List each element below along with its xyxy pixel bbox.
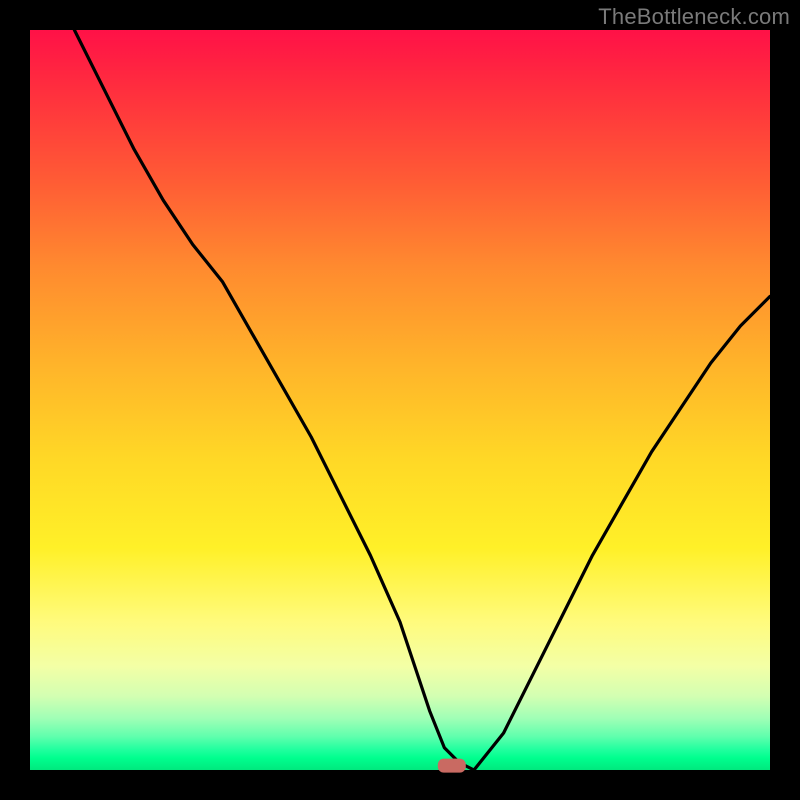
plot-area bbox=[30, 30, 770, 770]
bottleneck-curve bbox=[74, 30, 770, 770]
watermark-text: TheBottleneck.com bbox=[598, 4, 790, 30]
plot-svg bbox=[30, 30, 770, 770]
chart-frame: TheBottleneck.com bbox=[0, 0, 800, 800]
optimal-marker bbox=[438, 759, 466, 773]
